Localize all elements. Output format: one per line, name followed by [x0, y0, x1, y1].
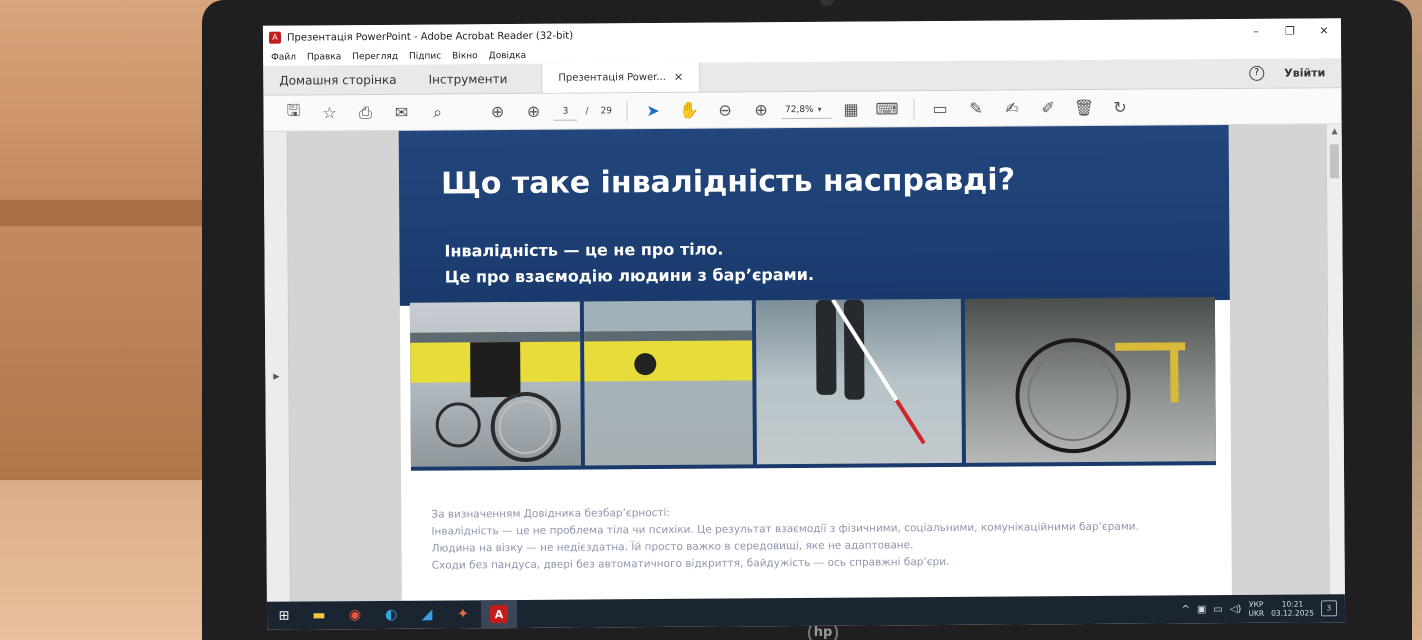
clock-time: 10:21 — [1281, 599, 1304, 609]
battery-icon[interactable]: ▭ — [1213, 604, 1223, 615]
arrow-down-circle-icon[interactable]: ⊕ — [517, 98, 549, 124]
slide-body-line-4: Сходи без пандуса, двері без автоматично… — [431, 555, 950, 572]
bus-body — [584, 330, 753, 382]
page-fit-icon[interactable]: ▦ — [835, 96, 867, 122]
slide-body-text: За визначенням Довідника безбар’єрності:… — [431, 502, 1139, 575]
trash-icon[interactable]: 🗑 — [1068, 94, 1100, 120]
help-icon[interactable]: ? — [1249, 65, 1265, 81]
close-window-button[interactable]: ✕ — [1307, 24, 1341, 37]
vertical-scrollbar[interactable]: ▲ — [1325, 124, 1345, 595]
menu-help[interactable]: Довідка — [489, 51, 527, 61]
maximize-button[interactable]: ❐ — [1273, 24, 1307, 37]
menu-edit[interactable]: Правка — [307, 52, 341, 62]
total-pages: 29 — [600, 105, 613, 116]
acrobat-taskbar-icon[interactable]: A — [480, 600, 518, 629]
arrow-up-circle-icon[interactable]: ⊕ — [481, 99, 513, 125]
rotate-icon[interactable]: ↻ — [1104, 94, 1136, 120]
clock-date: 03.12.2025 — [1271, 608, 1315, 618]
slide-subtitle: Інвалідність — це не про тіло. Це про вз… — [444, 236, 814, 291]
scroll-up-icon[interactable]: ▲ — [1331, 126, 1337, 135]
toolbar-separator — [625, 100, 628, 121]
window-controls: – ❐ ✕ — [1239, 24, 1341, 38]
star-icon[interactable]: ☆ — [313, 100, 345, 126]
chevron-down-icon: ▾ — [817, 104, 822, 114]
plus-circle-icon[interactable]: ⊕ — [745, 97, 777, 123]
slide-title: Що таке інвалідність насправді? — [440, 162, 1016, 202]
hand-icon[interactable]: ✋ — [673, 97, 705, 123]
bus-wheel — [634, 353, 657, 376]
sign-icon[interactable]: ✍ — [996, 95, 1028, 121]
stamp-icon[interactable]: ✐ — [1032, 95, 1064, 121]
tray-chevron-icon[interactable]: ^ — [1181, 604, 1189, 615]
comment-icon[interactable]: ▭ — [924, 95, 956, 121]
wheelchair-small-wheel — [435, 402, 481, 448]
tab-document[interactable]: Презентація Power... ✕ — [541, 62, 701, 93]
laptop-screen: A Презентація PowerPoint - Adobe Acrobat… — [262, 18, 1346, 630]
window-title: Презентація PowerPoint - Adobe Acrobat R… — [286, 30, 574, 44]
windows-start-icon[interactable]: ⊞ — [267, 608, 301, 623]
taskbar-spacer — [517, 609, 1182, 614]
page-separator: / — [585, 105, 589, 117]
toolbar-separator-2 — [912, 98, 915, 119]
document-area[interactable]: ▶ Що таке інвалідність насправді? Інвалі… — [263, 124, 1345, 602]
minimize-button[interactable]: – — [1239, 24, 1273, 37]
zoom-level-dropdown[interactable]: 72,8% ▾ — [780, 100, 832, 119]
save-icon[interactable]: 🖫 — [277, 100, 309, 126]
acrobat-app-icon: A — [268, 31, 282, 44]
pdf-page: Що таке інвалідність насправді? Інвалідн… — [398, 125, 1232, 601]
network-icon[interactable]: ▣ — [1197, 604, 1207, 615]
photo-wheelchair-curb — [964, 297, 1216, 463]
language-indicator[interactable]: УКР UKR — [1248, 600, 1264, 618]
signin-button[interactable]: Увійти — [1284, 66, 1325, 79]
clock[interactable]: 10:21 03.12.2025 — [1271, 599, 1315, 618]
zoom-search-icon[interactable]: ⌕ — [421, 99, 453, 125]
language-code: UKR — [1248, 608, 1265, 618]
menu-window[interactable]: Вікно — [452, 51, 478, 61]
slide-subtitle-line-1: Інвалідність — це не про тіло. — [444, 239, 724, 261]
cursor-icon[interactable]: ➤ — [637, 97, 669, 123]
wheelchair-seat — [470, 341, 521, 398]
slide-photo-strip — [409, 297, 1216, 471]
tab-spacer — [700, 59, 1249, 92]
tab-document-label: Презентація Power... — [558, 71, 667, 84]
wheelchair-rim-2 — [1027, 349, 1119, 442]
keyboard-scroll-icon[interactable]: ⌨ — [871, 96, 903, 122]
slide-header: Що таке інвалідність насправді? Інвалідн… — [398, 125, 1230, 306]
photo-wheelchair-bus-stop — [409, 301, 581, 467]
edge-icon[interactable]: ◐ — [373, 601, 409, 629]
background-shelf-edge — [0, 200, 230, 226]
store-icon[interactable]: ◢ — [409, 601, 445, 629]
zoom-level-value: 72,8% — [784, 104, 814, 115]
menu-view[interactable]: Перегляд — [352, 52, 398, 62]
left-panel-rail[interactable]: ▶ — [263, 131, 291, 602]
tab-home[interactable]: Домашня сторінка — [263, 65, 413, 95]
expand-panel-icon[interactable]: ▶ — [273, 372, 279, 381]
background-shelf — [0, 0, 230, 205]
mail-icon[interactable]: ✉ — [385, 99, 417, 125]
menu-sign[interactable]: Підпис — [409, 52, 441, 62]
printer-icon[interactable]: ⎙ — [349, 99, 381, 125]
current-page-input[interactable]: 3 — [553, 102, 578, 121]
background-cabinet — [0, 226, 230, 486]
chrome-icon[interactable]: ◉ — [337, 601, 373, 629]
volume-icon[interactable]: ◁) — [1230, 603, 1242, 614]
tab-close-icon[interactable]: ✕ — [674, 71, 683, 84]
wheelchair-frame-vertical — [1170, 342, 1179, 403]
menu-file[interactable]: Файл — [271, 53, 296, 63]
notification-center-icon[interactable]: 3 — [1320, 600, 1338, 617]
system-tray: ^ ▣ ▭ ◁) УКР UKR 10:21 03.12.2025 3 — [1181, 599, 1345, 618]
language-short: УКР — [1248, 599, 1264, 609]
wheelchair-rim — [498, 399, 553, 455]
slide-subtitle-line-2: Це про взаємодію людини з бар’єрами. — [444, 264, 815, 287]
scroll-thumb[interactable] — [1329, 144, 1339, 179]
person-leg-left — [815, 299, 837, 395]
photo-white-cane — [755, 298, 962, 465]
minus-circle-icon[interactable]: ⊖ — [709, 97, 741, 123]
photo-bus-street — [583, 300, 753, 466]
tab-tools[interactable]: Інструменти — [412, 64, 523, 94]
file-explorer-icon[interactable]: ▬ — [301, 601, 337, 629]
pen-icon[interactable]: ✎ — [960, 95, 992, 121]
paint-icon[interactable]: ✦ — [445, 600, 481, 628]
